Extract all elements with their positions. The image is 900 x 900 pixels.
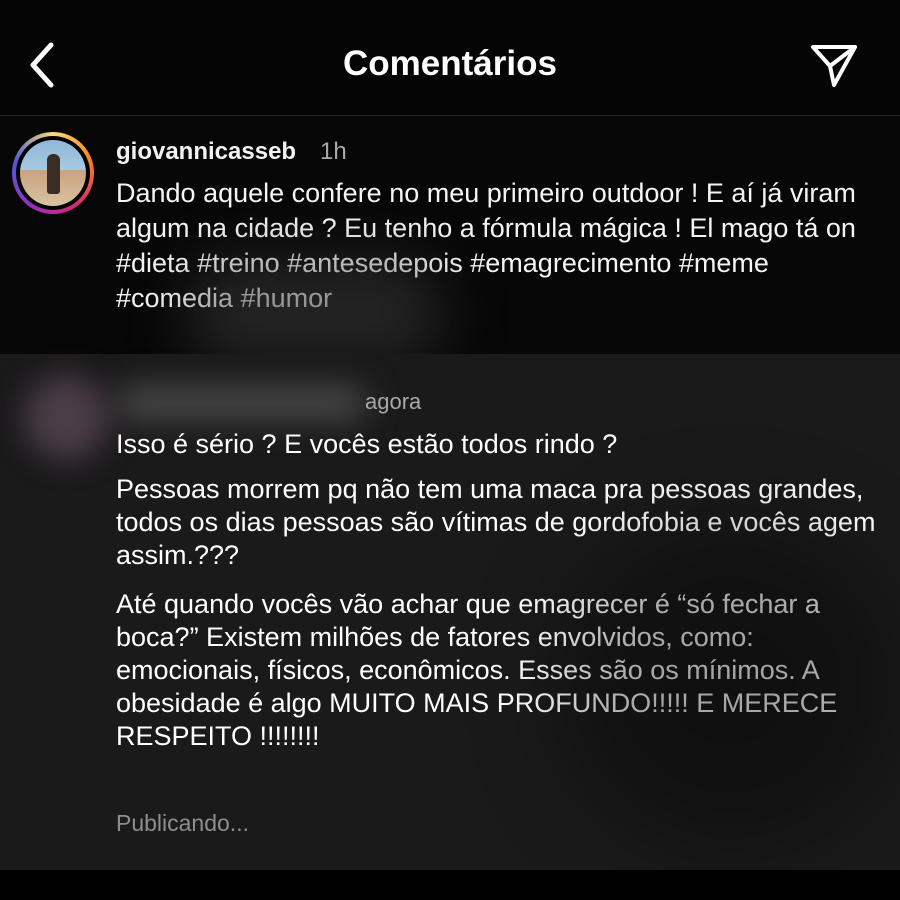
publishing-status: Publicando... [116, 810, 249, 836]
share-button[interactable] [808, 40, 860, 90]
avatar-figure [47, 154, 60, 194]
page-title: Comentários [343, 44, 557, 83]
caption-avatar[interactable] [12, 132, 94, 214]
comment-text-line: Isso é sério ? E vocês estão todos rindo… [116, 429, 618, 459]
comment-username-blurred [116, 386, 366, 420]
avatar-photo [20, 140, 86, 206]
blur-overlay [560, 520, 900, 850]
comment-timestamp: agora [365, 389, 422, 414]
caption-timestamp: 1h [320, 138, 347, 165]
comment-avatar-blurred [24, 375, 109, 460]
blur-overlay [190, 258, 440, 368]
top-bar: Comentários [0, 0, 900, 115]
caption-username[interactable]: giovannicasseb [116, 138, 296, 166]
paper-plane-icon [811, 45, 857, 87]
bottom-edge [0, 870, 900, 900]
avatar-border [16, 136, 90, 210]
